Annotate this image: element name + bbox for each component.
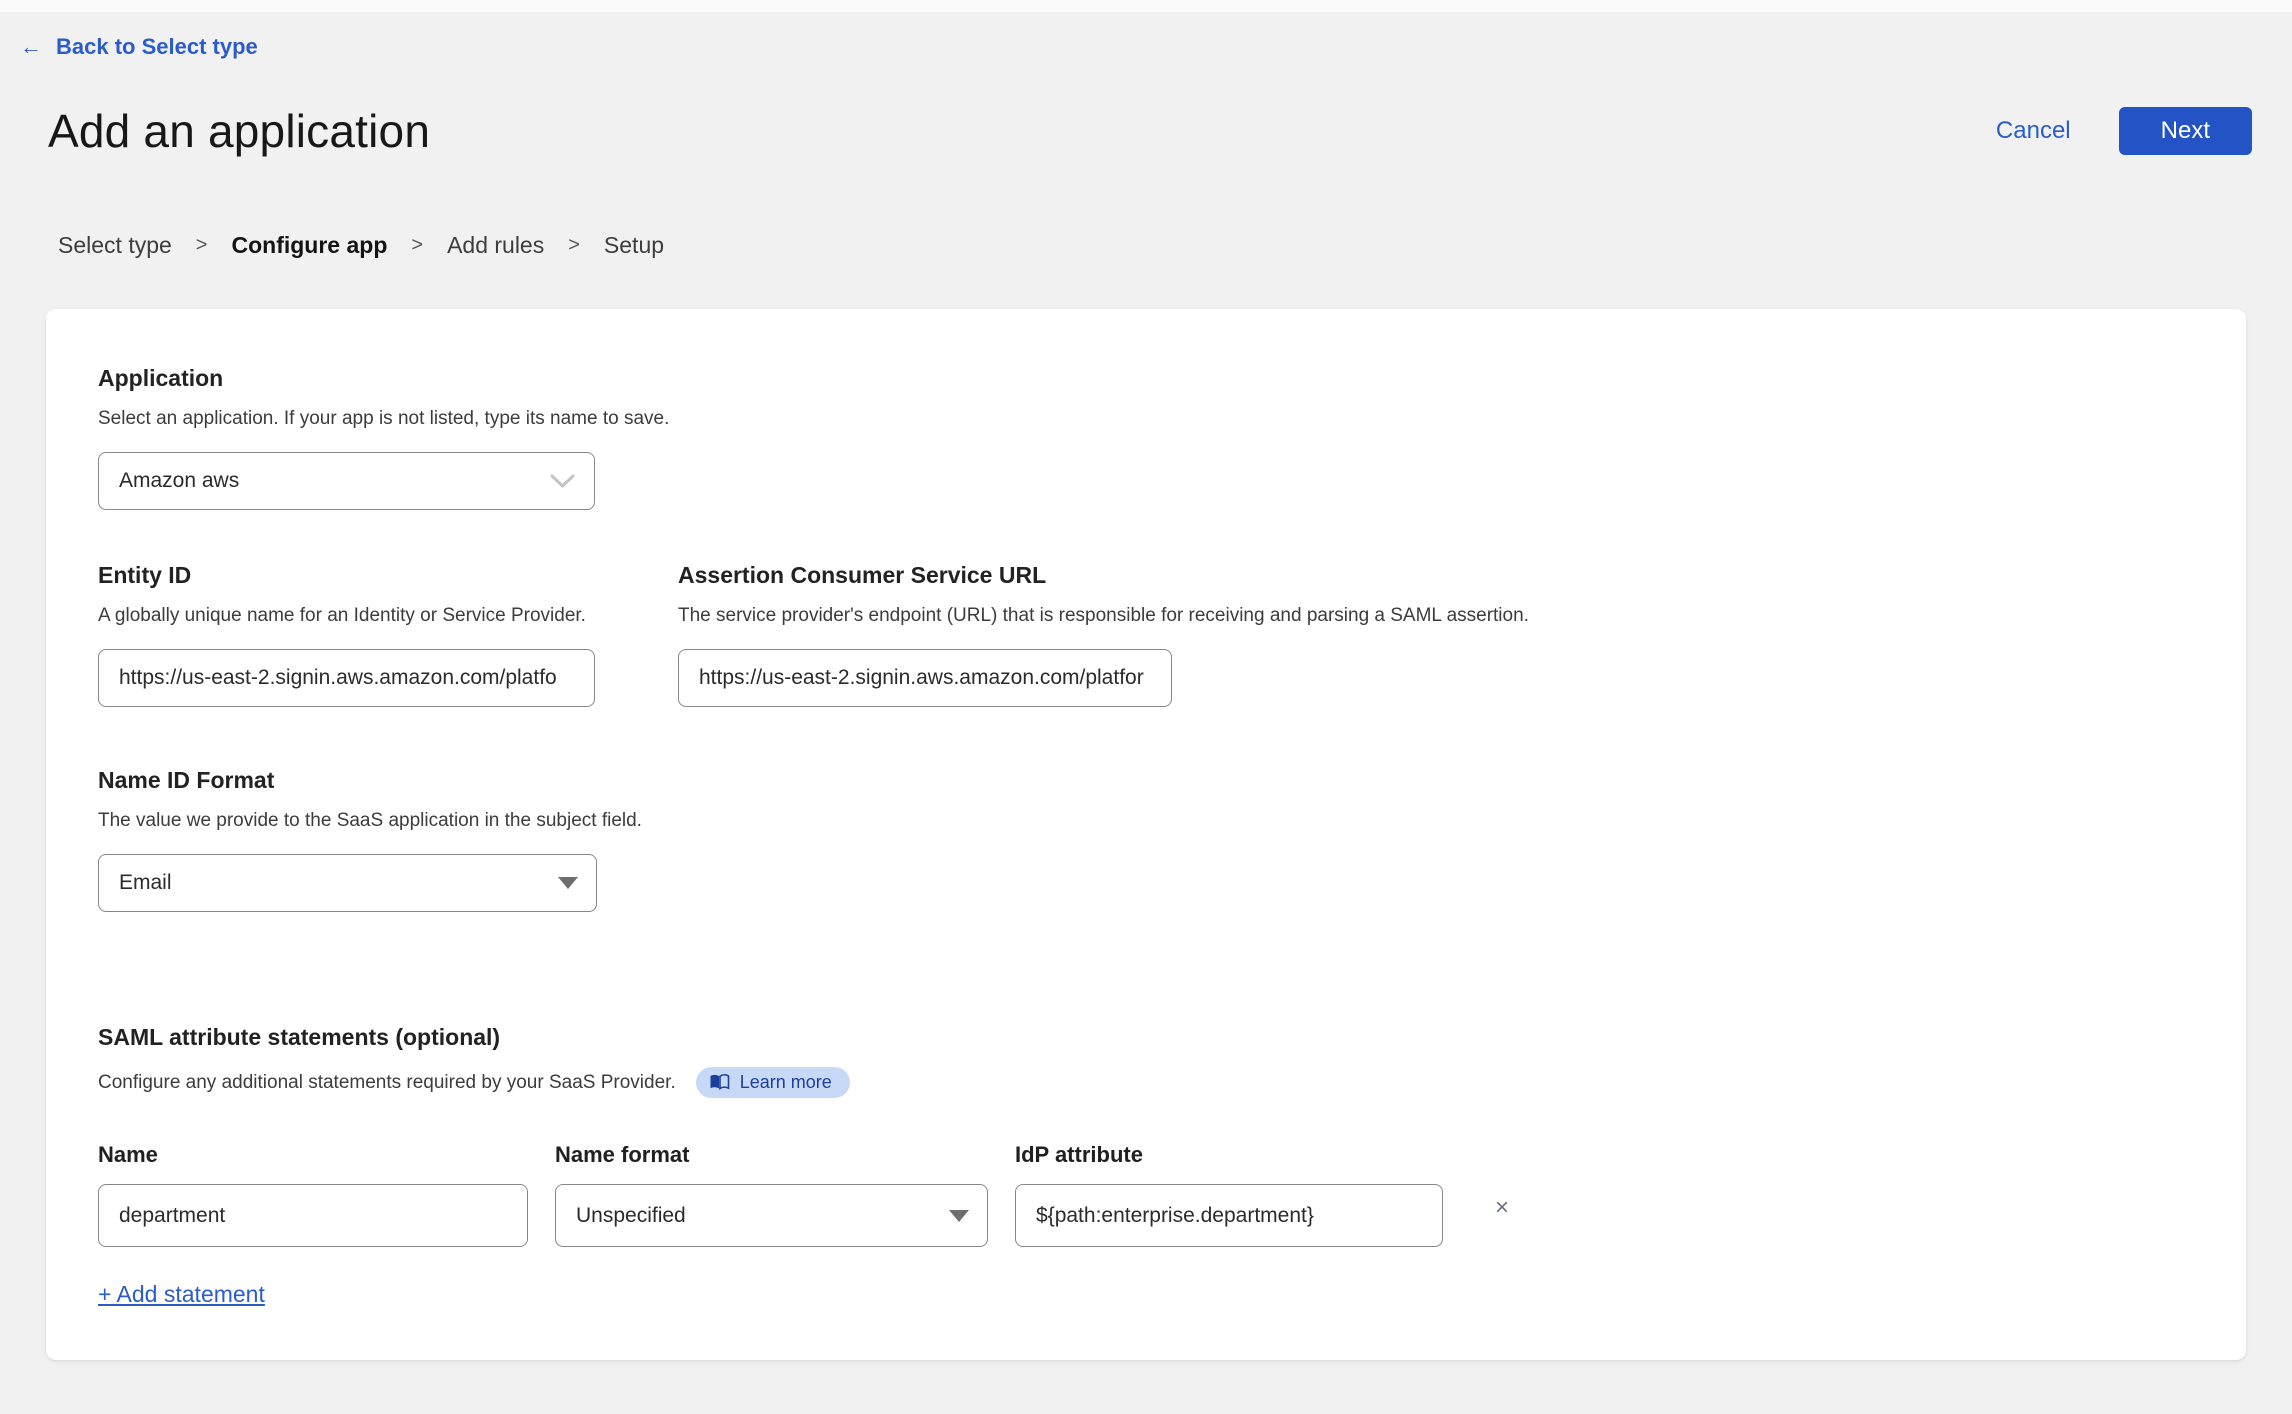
configure-app-card: Application Select an application. If yo…	[46, 309, 2246, 1360]
add-statement-link[interactable]: + Add statement	[98, 1281, 265, 1308]
caret-down-icon	[949, 1209, 969, 1222]
application-select-value: Amazon aws	[119, 469, 240, 492]
statement-name-input[interactable]	[98, 1184, 528, 1247]
breadcrumb-separator: >	[195, 234, 208, 256]
name-id-format-section: Name ID Format The value we provide to t…	[98, 767, 2194, 912]
statement-format-field: Name format Unspecified	[555, 1142, 988, 1247]
breadcrumb: Select type > Configure app > Add rules …	[0, 232, 2292, 259]
breadcrumb-separator: >	[568, 234, 580, 256]
book-icon	[710, 1074, 730, 1091]
entity-id-description: A globally unique name for an Identity o…	[98, 605, 586, 626]
back-to-select-type-link[interactable]: ← Back to Select type	[20, 34, 258, 60]
application-description: Select an application. If your app is no…	[98, 408, 670, 429]
statement-format-select[interactable]: Unspecified	[555, 1184, 988, 1247]
back-arrow-icon: ←	[20, 34, 42, 59]
header-actions: Cancel Next	[1996, 107, 2252, 155]
next-button[interactable]: Next	[2118, 107, 2252, 155]
entity-id-section: Entity ID A globally unique name for an …	[98, 562, 678, 707]
name-id-format-value: Email	[119, 871, 172, 894]
statement-format-label: Name format	[555, 1142, 690, 1167]
acs-url-heading: Assertion Consumer Service URL	[678, 562, 1047, 588]
statement-name-label: Name	[98, 1142, 158, 1167]
saml-attributes-heading: SAML attribute statements (optional)	[98, 1024, 501, 1050]
statement-name-field: Name	[98, 1142, 528, 1247]
saml-attributes-description: Configure any additional statements requ…	[98, 1071, 676, 1093]
breadcrumb-select-type[interactable]: Select type	[58, 232, 172, 259]
cancel-button[interactable]: Cancel	[1996, 117, 2071, 145]
acs-url-description: The service provider's endpoint (URL) th…	[678, 605, 1529, 626]
saml-statement-row: Name Name format Unspecified IdP attribu…	[98, 1142, 2194, 1247]
page-title: Add an application	[48, 105, 431, 157]
breadcrumb-configure-app: Configure app	[231, 232, 388, 258]
name-id-format-select[interactable]: Email	[98, 854, 597, 912]
application-section: Application Select an application. If yo…	[98, 365, 2194, 510]
caret-down-icon	[558, 877, 578, 889]
acs-url-input[interactable]	[678, 649, 1172, 707]
statement-idp-label: IdP attribute	[1015, 1142, 1143, 1167]
statement-idp-field: IdP attribute	[1015, 1142, 1443, 1247]
breadcrumb-separator: >	[411, 234, 424, 256]
learn-more-label: Learn more	[739, 1072, 832, 1092]
chevron-down-icon	[550, 474, 575, 487]
name-id-format-heading: Name ID Format	[98, 767, 275, 793]
back-link-label: Back to Select type	[56, 34, 258, 59]
breadcrumb-add-rules: Add rules	[447, 232, 545, 258]
acs-url-section: Assertion Consumer Service URL The servi…	[678, 562, 1529, 707]
remove-statement-button[interactable]: ×	[1495, 1196, 1509, 1220]
entity-id-input[interactable]	[98, 649, 595, 707]
name-id-format-description: The value we provide to the SaaS applica…	[98, 810, 642, 831]
top-strip	[0, 0, 2292, 12]
learn-more-button[interactable]: Learn more	[695, 1067, 850, 1098]
saml-attributes-section: SAML attribute statements (optional) Con…	[98, 1024, 2194, 1308]
application-heading: Application	[98, 365, 224, 391]
application-select[interactable]: Amazon aws	[98, 452, 595, 510]
breadcrumb-setup: Setup	[603, 232, 665, 258]
statement-format-value: Unspecified	[576, 1203, 686, 1227]
entity-id-heading: Entity ID	[98, 562, 192, 588]
statement-idp-input[interactable]	[1015, 1184, 1443, 1247]
entity-acs-row: Entity ID A globally unique name for an …	[98, 562, 2194, 707]
